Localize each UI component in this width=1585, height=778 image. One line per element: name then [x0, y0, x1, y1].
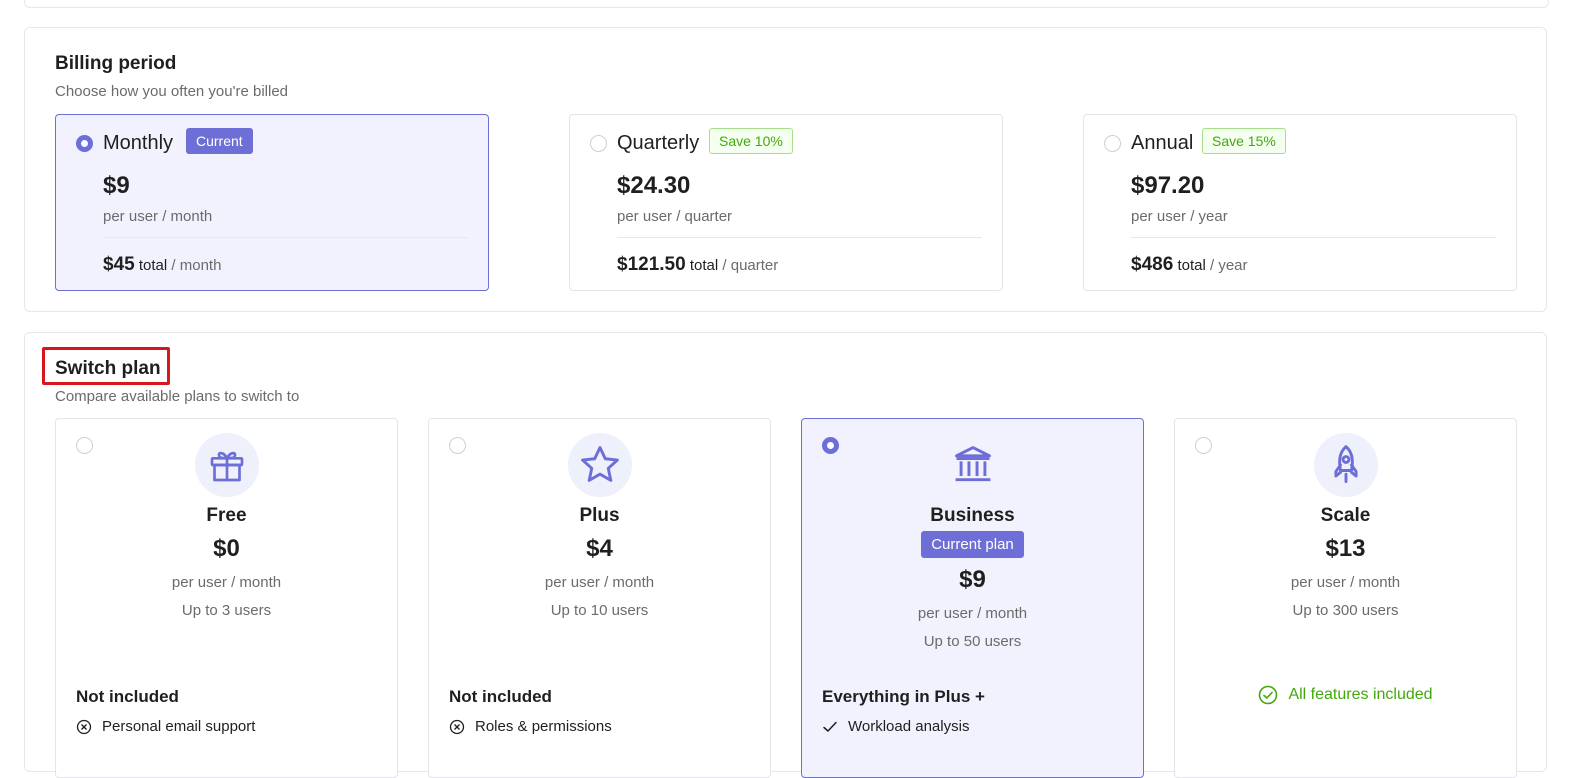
x-circle-icon [76, 719, 92, 734]
switch-plan-title: Switch plan [55, 358, 161, 379]
plan-unit: per user / month [171, 574, 282, 591]
plan-name: Scale [1320, 505, 1371, 526]
check-icon [823, 721, 837, 732]
billing-period-subtitle: Choose how you often you're billed [55, 83, 289, 100]
divider [103, 237, 468, 238]
billing-period-section: Billing period Choose how you often you'… [24, 27, 1547, 312]
save-badge: Save 10% [709, 128, 793, 154]
billing-total: $486 total / year [1131, 254, 1248, 276]
plan-unit: per user / month [1290, 574, 1401, 591]
feature-heading: Not included [76, 687, 179, 706]
billing-unit: per user / year [1131, 208, 1228, 225]
bank-icon [941, 433, 1005, 497]
all-features-included: All features included [1175, 685, 1516, 705]
feature-item: Personal email support [76, 718, 255, 735]
billing-period-title: Billing period [55, 53, 177, 74]
rocket-icon [1314, 433, 1378, 497]
feature-item: Workload analysis [822, 718, 969, 735]
plan-card-business[interactable]: Business Current plan $9 per user / mont… [801, 418, 1144, 778]
feature-label: Personal email support [102, 718, 256, 735]
billing-total-word: total [1177, 257, 1206, 274]
check-circle-icon [1259, 685, 1278, 705]
quarterly-radio[interactable] [590, 135, 607, 152]
scale-plan-radio[interactable] [1195, 437, 1212, 454]
plan-users: Up to 300 users [1292, 602, 1399, 619]
switch-plan-subtitle: Compare available plans to switch to [55, 388, 300, 405]
billing-total-amount: $45 [103, 254, 135, 275]
billing-total: $121.50 total / quarter [617, 254, 778, 276]
billing-unit: per user / quarter [617, 208, 733, 225]
free-plan-radio[interactable] [76, 437, 93, 454]
billing-option-name: Quarterly [617, 132, 700, 154]
plan-unit: per user / month [544, 574, 655, 591]
plan-card-scale[interactable]: Scale $13 per user / month Up to 300 use… [1174, 418, 1517, 778]
plan-users: Up to 50 users [923, 633, 1022, 650]
plan-price: $9 [959, 566, 986, 593]
plan-price: $4 [586, 535, 613, 562]
business-plan-radio[interactable] [822, 437, 839, 454]
billing-total-amount: $486 [1131, 254, 1174, 275]
x-circle-icon [449, 719, 465, 734]
save-badge: Save 15% [1202, 128, 1286, 154]
divider [1131, 237, 1496, 238]
plan-unit: per user / month [917, 605, 1028, 622]
all-features-label: All features included [1288, 686, 1433, 703]
plan-card-free[interactable]: Free $0 per user / month Up to 3 users N… [55, 418, 398, 778]
billing-price: $97.20 [1131, 172, 1205, 199]
plan-name: Plus [579, 505, 620, 526]
plus-plan-radio[interactable] [449, 437, 466, 454]
monthly-radio[interactable] [76, 135, 93, 152]
billing-option-name: Monthly [103, 132, 174, 154]
plan-users: Up to 3 users [181, 602, 272, 619]
previous-section-card [24, 0, 1549, 8]
plan-users: Up to 10 users [550, 602, 649, 619]
feature-item: Roles & permissions [449, 718, 612, 735]
plan-price: $0 [213, 535, 240, 562]
gift-icon [195, 433, 259, 497]
current-plan-badge-wrap: Current plan [802, 531, 1143, 558]
plan-name: Free [206, 505, 247, 526]
plan-name: Business [930, 505, 1015, 526]
feature-label: Roles & permissions [475, 718, 612, 735]
feature-heading: Not included [449, 687, 552, 706]
plan-price: $13 [1325, 535, 1366, 562]
feature-label: Workload analysis [848, 718, 970, 735]
annual-radio[interactable] [1104, 135, 1121, 152]
billing-price: $24.30 [617, 172, 691, 199]
feature-heading: Everything in Plus + [822, 687, 985, 706]
billing-option-monthly[interactable]: Monthly Current $9 per user / month $45 … [55, 114, 489, 291]
divider [617, 237, 982, 238]
current-badge: Current [186, 128, 253, 154]
switch-plan-section: Switch plan Compare available plans to s… [24, 332, 1547, 778]
billing-option-name: Annual [1131, 132, 1194, 154]
star-icon [568, 433, 632, 497]
plan-card-plus[interactable]: Plus $4 per user / month Up to 10 users … [428, 418, 771, 778]
billing-option-annual[interactable]: Annual Save 15% $97.20 per user / year $… [1083, 114, 1517, 291]
billing-price: $9 [103, 172, 130, 199]
billing-unit: per user / month [103, 208, 213, 225]
current-plan-badge: Current plan [921, 531, 1024, 558]
billing-option-quarterly[interactable]: Quarterly Save 10% $24.30 per user / qua… [569, 114, 1003, 291]
billing-total: $45 total / month [103, 254, 221, 276]
billing-total-period: / quarter [722, 257, 779, 274]
billing-total-period: / year [1209, 257, 1248, 274]
billing-total-period: / month [171, 257, 222, 274]
billing-total-word: total [138, 257, 168, 274]
billing-total-word: total [689, 257, 719, 274]
billing-total-amount: $121.50 [617, 254, 686, 275]
